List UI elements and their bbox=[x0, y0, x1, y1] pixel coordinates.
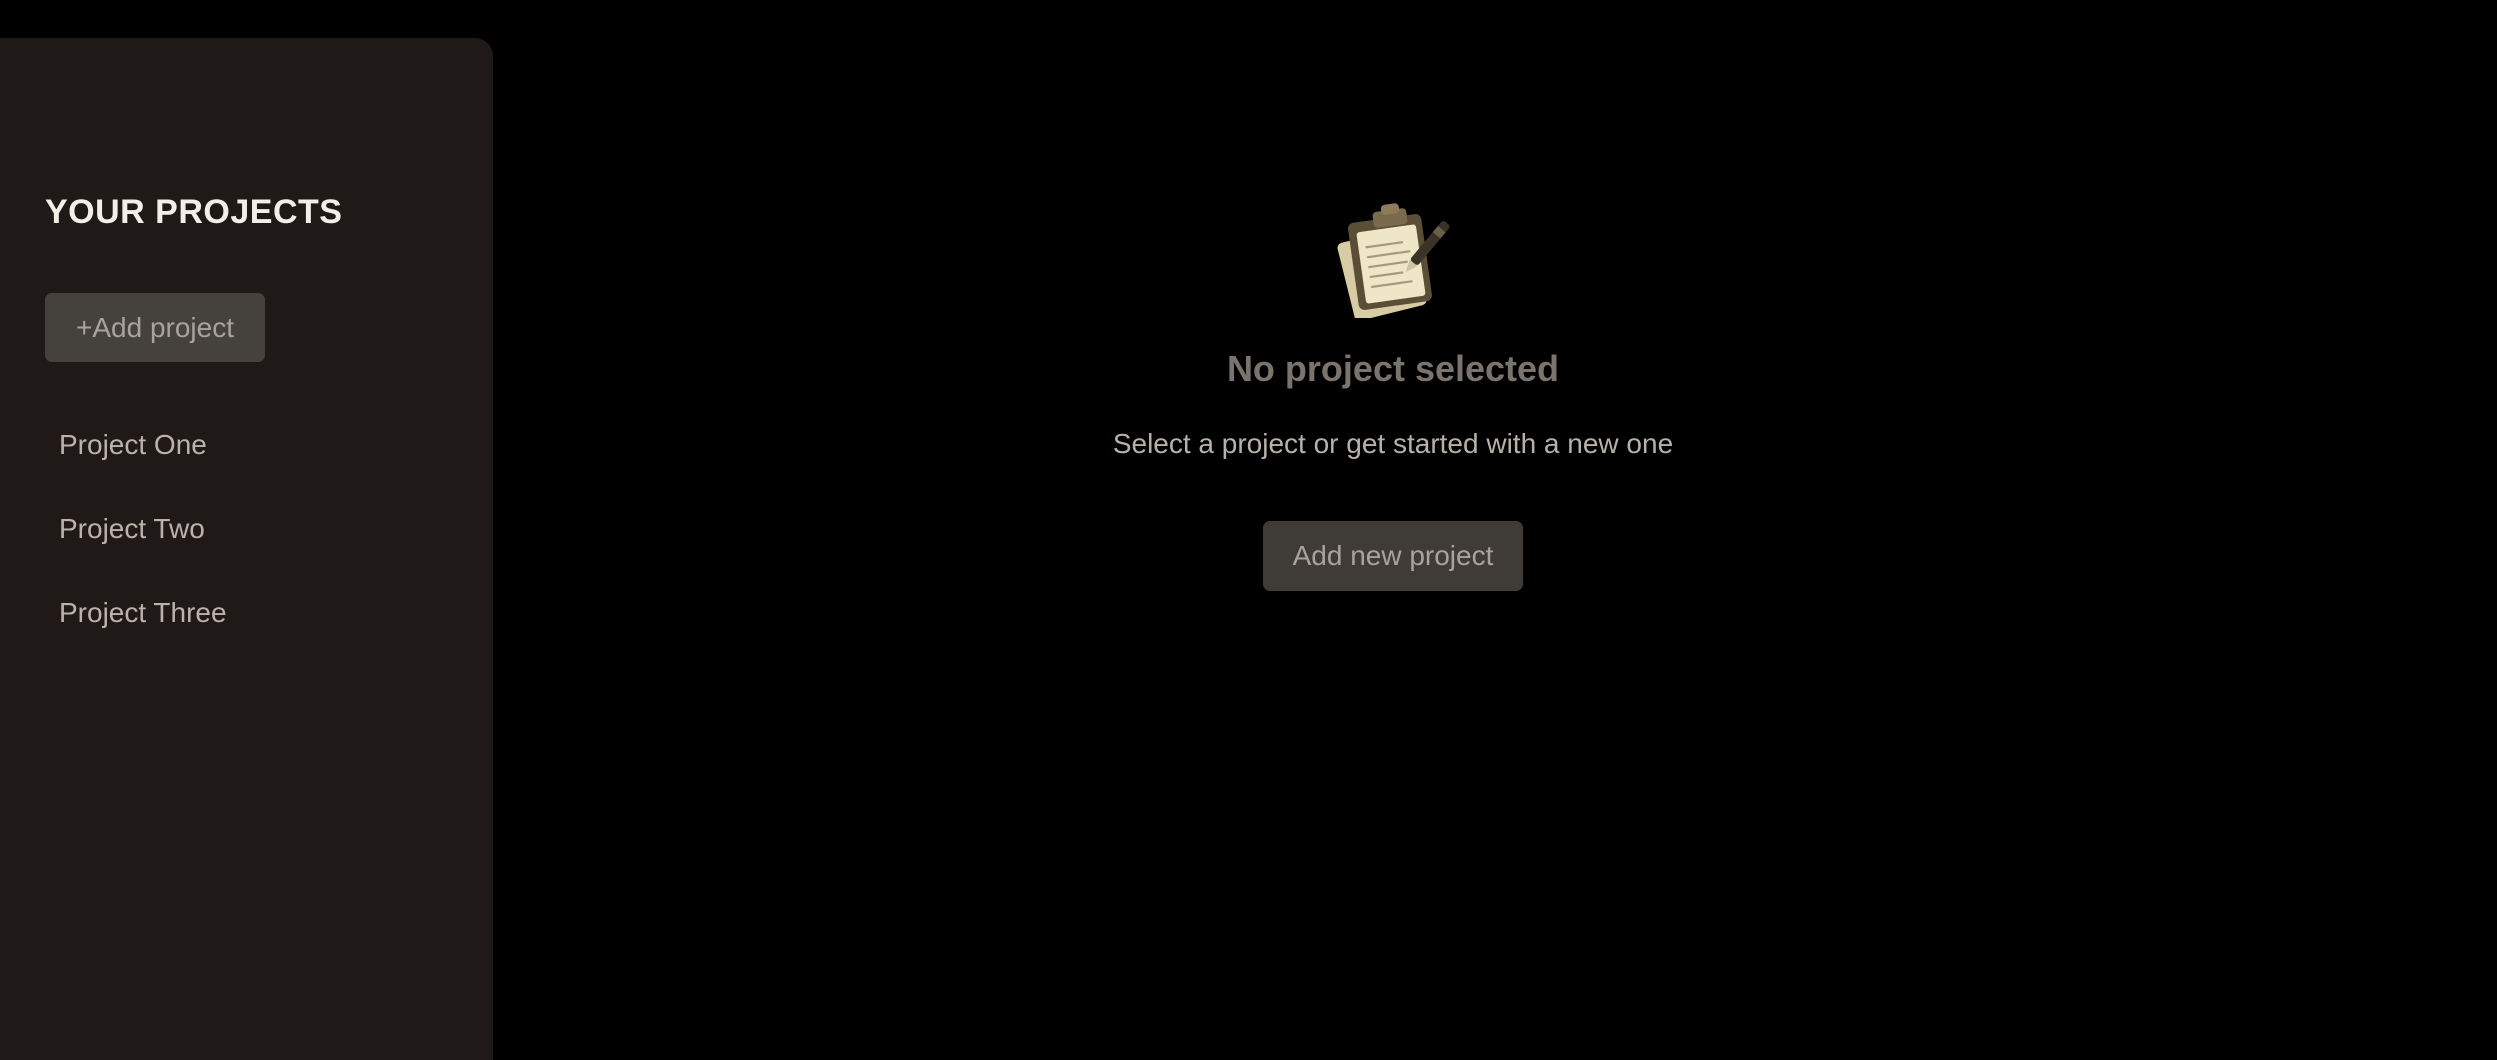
app-root: YOUR PROJECTS +Add project Project One P… bbox=[0, 0, 2497, 1060]
empty-state-title: No project selected bbox=[1226, 348, 1560, 389]
add-new-project-button[interactable]: Add new project bbox=[1263, 521, 1523, 591]
project-item-three[interactable]: Project Three bbox=[45, 571, 465, 655]
sidebar-title: YOUR PROJECTS bbox=[45, 193, 343, 231]
projects-sidebar: YOUR PROJECTS +Add project Project One P… bbox=[0, 38, 493, 1060]
project-item-two[interactable]: Project Two bbox=[45, 487, 465, 571]
empty-state-subtitle: Select a project or get started with a n… bbox=[1112, 428, 1674, 459]
clipboard-pen-icon bbox=[1337, 203, 1450, 318]
